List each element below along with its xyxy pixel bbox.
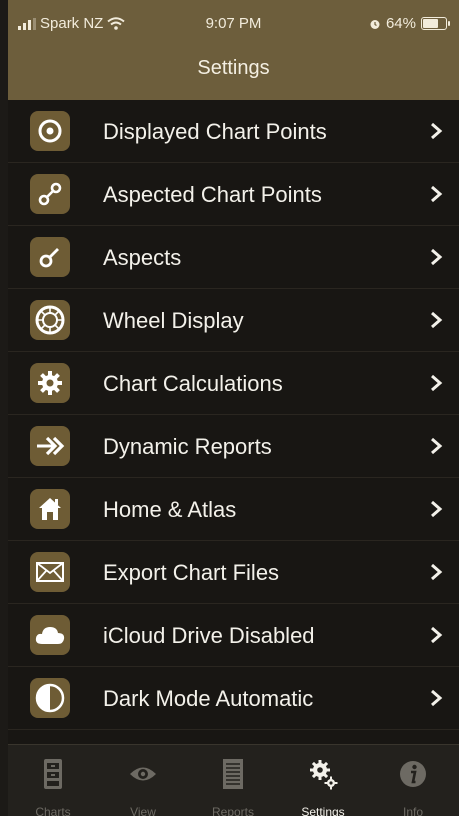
- settings-row-home-atlas[interactable]: Home & Atlas: [8, 478, 459, 541]
- settings-row-label: iCloud Drive Disabled: [103, 623, 315, 648]
- half-circle-icon: [30, 678, 70, 718]
- info-icon: [400, 761, 426, 787]
- battery-percent: 64%: [385, 15, 416, 32]
- envelope-icon: [30, 552, 70, 592]
- settings-row-displayed-chart-points[interactable]: Displayed Chart Points: [8, 100, 459, 163]
- home-icon: [30, 489, 70, 529]
- chevron-right-icon: [431, 689, 443, 707]
- settings-row-label: Displayed Chart Points: [103, 119, 327, 144]
- settings-list: Displayed Chart Points Aspected Chart Po…: [8, 100, 459, 730]
- document-icon: [223, 759, 243, 789]
- settings-row-aspects[interactable]: Aspects: [8, 226, 459, 289]
- chevron-right-icon: [431, 185, 443, 203]
- tab-view[interactable]: View: [98, 745, 188, 816]
- settings-row-dark-mode[interactable]: Dark Mode Automatic: [8, 667, 459, 730]
- gears-icon: [310, 760, 338, 790]
- chevron-right-icon: [431, 437, 443, 455]
- cloud-icon: [30, 615, 70, 655]
- tab-label: Info: [402, 805, 423, 816]
- status-bar: Spark NZ 9:07 PM 64%: [8, 10, 459, 38]
- settings-screen: Spark NZ 9:07 PM 64% Settings Displayed …: [8, 0, 459, 816]
- target-icon: [30, 111, 70, 151]
- chevron-right-icon: [431, 311, 443, 329]
- tab-label: Charts: [35, 805, 71, 816]
- tab-label: Settings: [301, 805, 345, 816]
- chevron-right-icon: [431, 626, 443, 644]
- settings-row-wheel-display[interactable]: Wheel Display: [8, 289, 459, 352]
- settings-row-label: Home & Atlas: [103, 497, 237, 522]
- settings-row-label: Wheel Display: [103, 308, 244, 333]
- settings-row-label: Export Chart Files: [103, 560, 280, 585]
- battery-group: 64%: [369, 15, 450, 32]
- settings-row-label: Aspects: [103, 245, 182, 270]
- tab-settings[interactable]: Settings: [278, 745, 368, 816]
- linked-points-icon: [30, 174, 70, 214]
- gear-icon: [30, 363, 70, 403]
- settings-row-export-chart-files[interactable]: Export Chart Files: [8, 541, 459, 604]
- settings-row-dynamic-reports[interactable]: Dynamic Reports: [8, 415, 459, 478]
- settings-row-label: Dynamic Reports: [103, 434, 272, 459]
- page-title: Settings: [197, 57, 270, 79]
- tab-bar: Charts View Reports Settings Info: [8, 744, 459, 816]
- settings-row-label: Dark Mode Automatic: [103, 686, 314, 711]
- aspect-icon: [30, 237, 70, 277]
- battery-fill: [423, 19, 439, 28]
- settings-row-label: Aspected Chart Points: [103, 182, 322, 207]
- settings-row-label: Chart Calculations: [103, 371, 283, 396]
- settings-row-aspected-chart-points[interactable]: Aspected Chart Points: [8, 163, 459, 226]
- chevron-right-icon: [431, 248, 443, 266]
- navigation-header: Spark NZ 9:07 PM 64% Settings: [8, 0, 459, 100]
- tab-info[interactable]: Info: [368, 745, 458, 816]
- tab-label: View: [130, 805, 156, 816]
- eye-icon: [130, 767, 156, 781]
- chevron-right-icon: [431, 122, 443, 140]
- chevron-right-icon: [431, 500, 443, 518]
- wheel-icon: [30, 300, 70, 340]
- chevron-right-icon: [431, 563, 443, 581]
- tab-label: Reports: [211, 805, 255, 816]
- chevron-right-icon: [431, 374, 443, 392]
- battery-icon: [421, 17, 450, 30]
- double-arrow-icon: [30, 426, 70, 466]
- tab-charts[interactable]: Charts: [8, 745, 98, 816]
- settings-row-icloud-drive[interactable]: iCloud Drive Disabled: [8, 604, 459, 667]
- settings-row-chart-calculations[interactable]: Chart Calculations: [8, 352, 459, 415]
- alarm-icon: [370, 19, 380, 29]
- tab-reports[interactable]: Reports: [188, 745, 278, 816]
- cabinet-icon: [44, 759, 62, 789]
